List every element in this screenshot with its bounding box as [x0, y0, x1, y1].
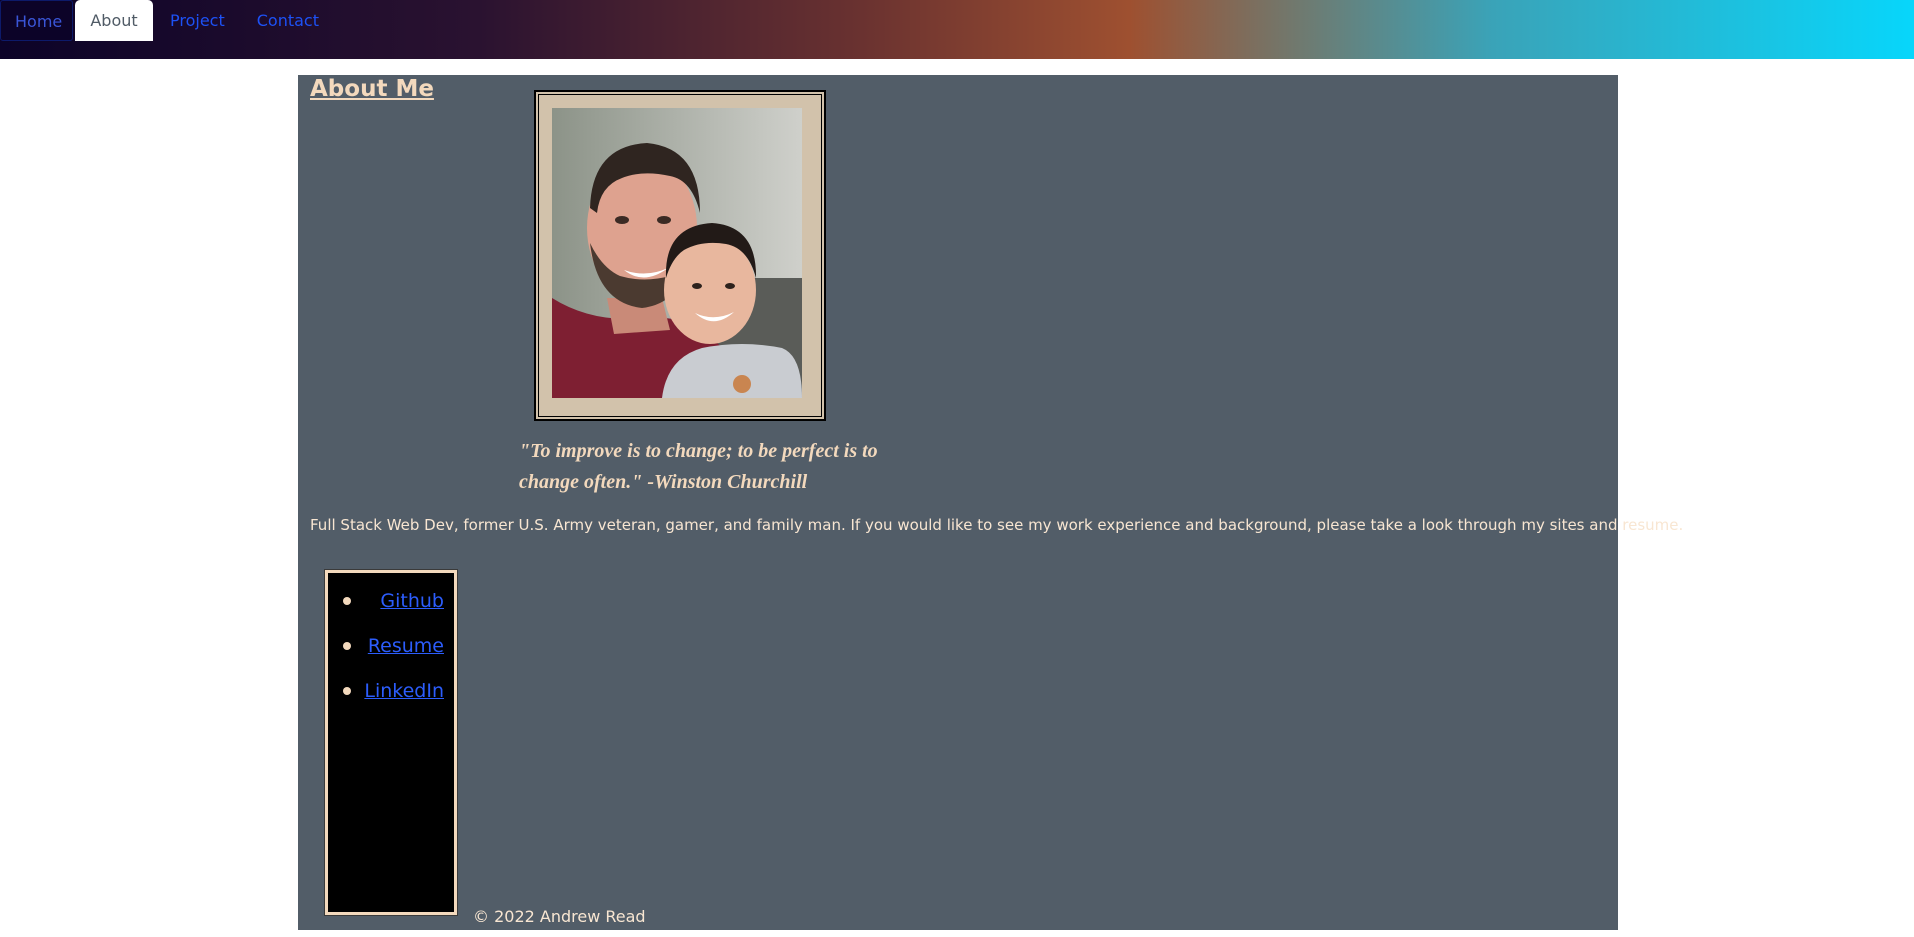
top-navigation-bar: Home About Project Contact: [0, 0, 1914, 59]
profile-photo-illustration: [552, 108, 802, 398]
quote: "To improve is to change; to be perfect …: [519, 436, 919, 498]
about-section: About Me "To improve is to change; to be…: [298, 75, 1684, 930]
footer-copyright: © 2022 Andrew Read: [473, 907, 646, 926]
links-panel: Github Resume LinkedIn: [325, 570, 457, 915]
list-item: Resume: [328, 633, 454, 659]
list-item: LinkedIn: [328, 678, 454, 704]
bio-text: Full Stack Web Dev, former U.S. Army vet…: [310, 516, 1684, 534]
nav-contact-link[interactable]: Contact: [241, 0, 335, 41]
quote-line-1: "To improve is to change; to be perfect …: [519, 440, 878, 462]
bullet-icon: [343, 687, 351, 695]
list-item: Github: [328, 588, 454, 614]
resume-link[interactable]: Resume: [368, 633, 444, 659]
profile-photo-frame: [534, 90, 826, 421]
bullet-icon: [343, 642, 351, 650]
linkedin-link[interactable]: LinkedIn: [364, 678, 444, 704]
quote-line-2: change often." -Winston Churchill: [519, 471, 808, 493]
profile-photo: [552, 108, 802, 398]
github-link[interactable]: Github: [380, 588, 444, 614]
nav-home-link[interactable]: Home: [0, 0, 73, 41]
nav-about-link[interactable]: About: [75, 0, 153, 41]
bullet-icon: [343, 597, 351, 605]
nav-project-link[interactable]: Project: [154, 0, 241, 41]
nav-tabs: Home About Project Contact: [0, 0, 335, 41]
page-title: About Me: [310, 76, 434, 102]
